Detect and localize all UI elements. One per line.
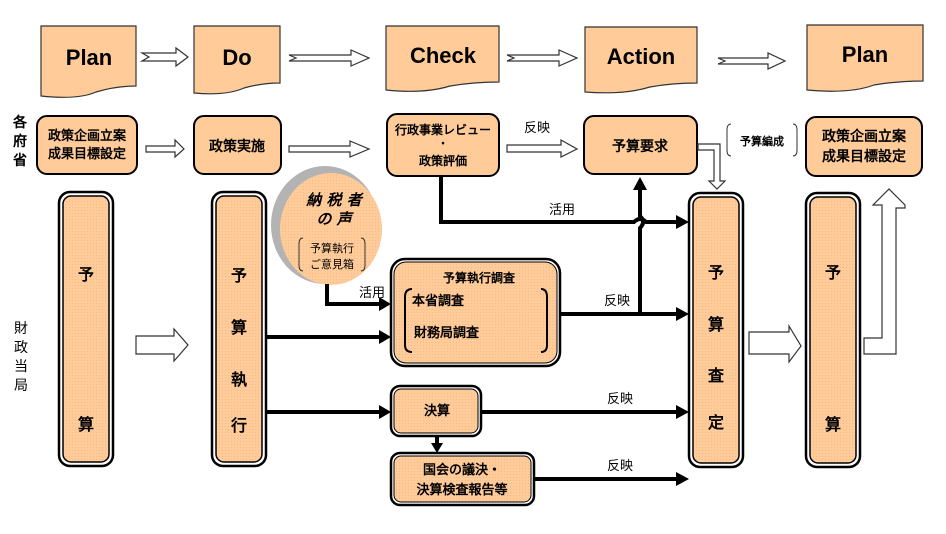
- edge-label-reflect: 反映: [524, 121, 550, 136]
- phase-action: Action: [584, 26, 698, 94]
- bar-char: 予: [708, 263, 724, 282]
- arrow-survey-to-assessment: [560, 307, 689, 321]
- bar-char: 算: [231, 318, 247, 337]
- bar-budget-assessment: 予 算 査 定: [687, 191, 745, 469]
- edge-label-reflect: 反映: [607, 459, 633, 474]
- settlement-text: 決算: [424, 403, 450, 419]
- bar-budget-2: 予 算: [804, 191, 862, 469]
- edge-label-use: 活用: [359, 286, 385, 301]
- edge-label: 予算編成: [740, 134, 784, 148]
- arrow-diet-to-assessment: [534, 472, 689, 486]
- phase-plan-2: Plan: [806, 24, 924, 92]
- budget-compilation-label: 予算編成: [726, 123, 798, 157]
- box-text: 政策企画立案: [48, 128, 127, 144]
- row-label-char: 省: [12, 152, 27, 169]
- phase-label: Check: [410, 43, 477, 68]
- survey-title: 予算執行調査: [443, 270, 516, 285]
- bar-char: 査: [708, 366, 724, 385]
- box-budget-execution-survey: 予算執行調査 本省調査 財務局調査: [389, 257, 562, 368]
- hollow-arrow: [717, 52, 787, 70]
- box-text: 行政事業レビュー: [394, 122, 491, 137]
- box-text: 成果目標設定: [48, 146, 126, 162]
- box-text: 政策企画立案: [822, 128, 907, 145]
- box-policy-planning-2: 政策企画立案 成果目標設定: [805, 116, 923, 177]
- hollow-arrow-bent: [697, 143, 727, 190]
- diet-text: 国会の議決・: [423, 462, 501, 478]
- hollow-arrow: [288, 140, 371, 158]
- box-policy-planning-1: 政策企画立案 成果目標設定: [36, 115, 138, 175]
- hollow-arrow: [748, 323, 802, 364]
- row-label-finance: 財 政 当 局: [14, 321, 28, 394]
- bar-char: 予: [78, 265, 94, 284]
- box-policy-implementation: 政策実施: [193, 115, 282, 175]
- bar-char: 予: [231, 266, 247, 285]
- phase-label: Plan: [842, 42, 888, 67]
- bar-char: 算: [78, 415, 94, 434]
- arrow-settlement-to-diet: [431, 436, 443, 453]
- hollow-arrow: [506, 138, 579, 158]
- bar-char: 執: [231, 370, 247, 389]
- box-text: ・: [438, 139, 448, 150]
- survey-item: 本省調査: [412, 293, 465, 309]
- phase-check: Check: [385, 25, 500, 92]
- taxpayer-title: の 声: [316, 210, 354, 228]
- taxpayer-voice: 納 税 者 の 声 予算執行 ご意見箱: [271, 166, 382, 285]
- row-label-char: 局: [14, 378, 28, 394]
- row-label-char: 各: [12, 114, 28, 131]
- pdca-budget-diagram: Plan Do Check Action Plan 各 府 省 財 政 当 局: [12, 24, 924, 507]
- taxpayer-title: 納 税 者: [305, 191, 363, 209]
- box-text: 政策評価: [419, 153, 467, 168]
- phase-label: Action: [607, 44, 675, 69]
- box-text: 政策実施: [209, 138, 265, 155]
- arrow-survey-to-budget-request: [633, 177, 647, 314]
- box-diet-resolution: 国会の議決・ 決算検査報告等: [389, 451, 536, 507]
- bar-char: 定: [707, 413, 724, 432]
- edge-label-use: 活用: [549, 203, 575, 218]
- arrow-settlement-to-assessment: [481, 405, 689, 419]
- bar-char: 算: [825, 415, 841, 434]
- arrow-execution-to-settlement: [266, 405, 391, 419]
- hollow-arrow: [145, 138, 185, 159]
- hollow-arrow: [139, 46, 189, 68]
- row-label-char: 政: [14, 340, 28, 356]
- hollow-arrow: [506, 49, 579, 67]
- box-budget-request: 予算要求: [583, 115, 698, 175]
- phase-label: Plan: [66, 45, 112, 70]
- bar-char: 予: [825, 263, 841, 282]
- taxpayer-sub: 予算執行: [310, 241, 354, 255]
- phase-plan-1: Plan: [40, 25, 137, 98]
- hollow-arrow: [135, 327, 189, 363]
- hollow-arrow-up: [863, 188, 906, 355]
- edge-label-reflect: 反映: [604, 294, 630, 309]
- box-review-evaluation: 行政事業レビュー ・ 政策評価: [386, 113, 500, 177]
- bar-budget-1: 予 算: [57, 190, 115, 468]
- hollow-arrow: [288, 49, 371, 67]
- box-settlement: 決算: [389, 384, 483, 438]
- arrow-execution-to-survey: [266, 330, 391, 344]
- taxpayer-sub: ご意見箱: [310, 257, 354, 271]
- row-label-char: 府: [13, 133, 27, 150]
- bar-char: 行: [230, 416, 247, 435]
- row-label-ministries: 各 府 省: [12, 114, 28, 169]
- bar-char: 算: [708, 315, 724, 334]
- box-text: 予算要求: [612, 138, 669, 155]
- survey-item: 財務局調査: [413, 325, 480, 341]
- box-text: 成果目標設定: [822, 148, 906, 165]
- phase-do: Do: [193, 25, 281, 95]
- row-label-char: 当: [14, 359, 28, 375]
- phase-label: Do: [222, 45, 251, 70]
- bar-budget-execution: 予 算 執 行: [210, 190, 268, 468]
- diet-text: 決算検査報告等: [416, 482, 507, 498]
- row-label-char: 財: [14, 321, 28, 337]
- edge-label-reflect: 反映: [607, 392, 633, 407]
